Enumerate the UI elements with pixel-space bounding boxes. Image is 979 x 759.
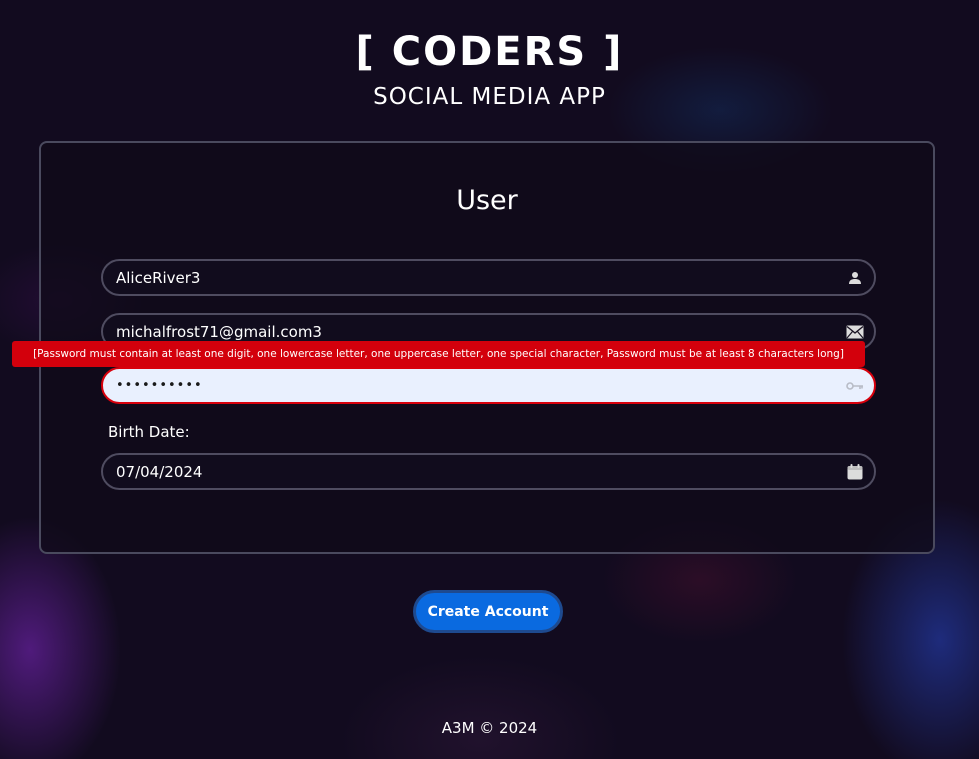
key-icon: [846, 377, 864, 395]
brand-subtitle: SOCIAL MEDIA APP: [373, 84, 606, 110]
create-account-button[interactable]: Create Account: [413, 590, 563, 633]
calendar-icon[interactable]: [846, 463, 864, 481]
birth-date-field[interactable]: 07/04/2024: [101, 453, 876, 490]
brand-title: [ CODERS ]: [355, 29, 624, 75]
password-value: ••••••••••: [116, 378, 203, 393]
username-field[interactable]: AliceRiver3: [101, 259, 876, 296]
password-field[interactable]: ••••••••••: [101, 367, 876, 404]
birth-date-value: 07/04/2024: [116, 462, 203, 481]
user-icon: [846, 269, 864, 287]
birth-date-label: Birth Date:: [108, 423, 190, 441]
password-error-tooltip: [Password must contain at least one digi…: [12, 341, 865, 367]
email-value: michalfrost71@gmail.com3: [116, 322, 322, 341]
footer-copyright: A3M © 2024: [441, 719, 538, 737]
form-title: User: [456, 185, 518, 216]
envelope-icon: [846, 323, 864, 341]
username-value: AliceRiver3: [116, 268, 201, 287]
